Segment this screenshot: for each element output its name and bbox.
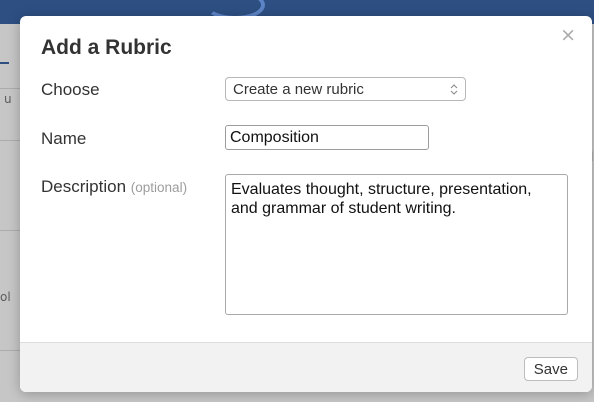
background-text-fragment: u [4,92,12,106]
background-divider [0,350,20,351]
description-label: Description (optional) [41,177,187,197]
save-button[interactable]: Save [523,357,578,381]
description-field[interactable]: Evaluates thought, structure, presentati… [225,174,568,315]
add-rubric-dialog: × Add a Rubric Choose Create a new rubri… [20,16,592,392]
rubric-select-value: Create a new rubric [233,81,364,98]
choose-label: Choose [41,80,100,99]
name-field[interactable] [225,125,429,150]
description-label-text: Description [41,177,127,196]
background-text-fragment: ol [0,290,11,304]
name-label: Name [41,129,87,148]
background-link-fragment [0,38,9,64]
background-divider [0,140,20,141]
background-divider [0,88,20,89]
select-arrows-icon [450,84,458,95]
rubric-select[interactable]: Create a new rubric [225,77,466,101]
dialog-footer: Save [20,342,592,392]
background-divider [0,230,20,231]
optional-hint: (optional) [130,180,188,195]
dialog-title: Add a Rubric [41,36,172,59]
close-icon[interactable]: × [560,26,576,45]
